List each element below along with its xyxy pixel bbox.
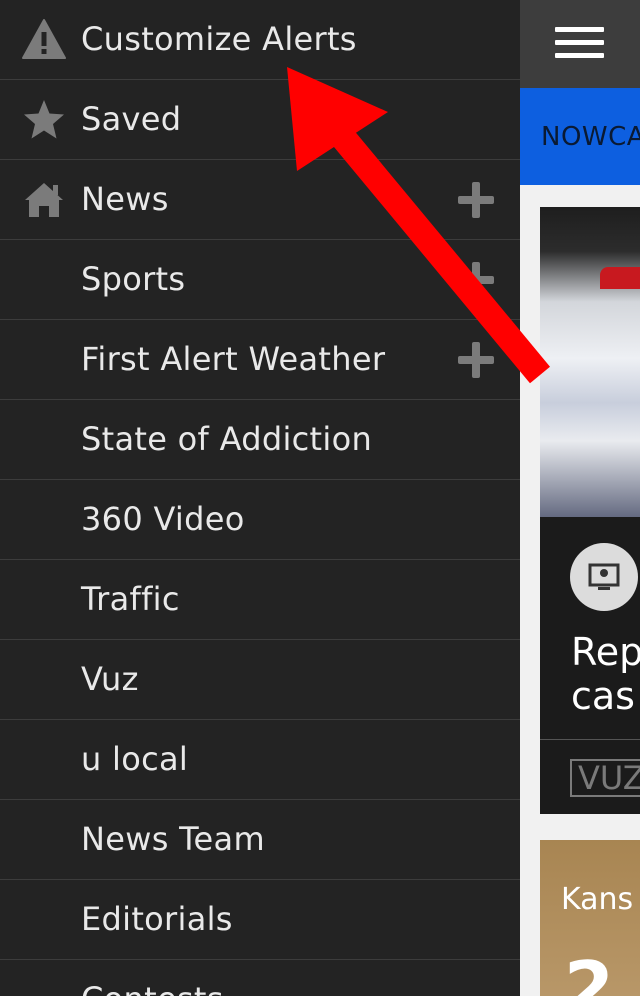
card-divider [540,739,640,740]
menu-item-news-team[interactable]: News Team [0,800,520,880]
menu-item-label: u local [81,740,189,778]
menu-item-label: Traffic [81,580,180,618]
menu-item-editorials[interactable]: Editorials [0,880,520,960]
app-header [520,0,640,88]
menu-item-label: First Alert Weather [81,340,386,378]
menu-item-label: State of Addiction [81,420,373,458]
menu-item-label: Editorials [81,900,233,938]
home-icon [25,183,63,217]
story-2-headline: Kans [561,882,634,917]
menu-item-state-of-addiction[interactable]: State of Addiction [0,400,520,480]
menu-item-news[interactable]: News [0,160,520,240]
hamburger-menu-icon[interactable] [555,27,604,59]
menu-item-label: Contests [81,960,224,996]
expand-plus-icon[interactable] [458,262,494,298]
warning-icon [22,19,66,59]
menu-item-label: 360 Video [81,500,245,538]
expand-plus-icon[interactable] [458,342,494,378]
video-badge-icon [570,543,638,611]
menu-item-traffic[interactable]: Traffic [0,560,520,640]
menu-item-sports[interactable]: Sports [0,240,520,320]
story-2-number: 2 [564,946,615,996]
menu-item-label: News Team [81,820,265,858]
story-card-2[interactable]: Kans 2 [540,840,640,996]
menu-item-contests[interactable]: Contests [0,960,520,996]
menu-item-label: Saved [81,100,182,138]
menu-item-customize-alerts[interactable]: Customize Alerts [0,0,520,80]
expand-plus-icon[interactable] [458,182,494,218]
story-card[interactable]: Rep cas VUZ [540,207,640,814]
menu-item-label: Sports [81,260,186,298]
menu-item-u-local[interactable]: u local [0,720,520,800]
nowcast-banner-text: NOWCA [541,122,640,152]
menu-item-saved[interactable]: Saved [0,80,520,160]
police-light-shape [600,267,640,289]
menu-item-label: Vuz [81,660,139,698]
menu-item-360-video[interactable]: 360 Video [0,480,520,560]
menu-item-label: Customize Alerts [81,20,357,58]
story-image [540,207,640,523]
story-headline: Rep cas [571,630,640,718]
menu-item-first-alert-weather[interactable]: First Alert Weather [0,320,520,400]
vuz-logo: VUZ [570,759,640,797]
sidebar-menu: Customize Alerts Saved News Sports First… [0,0,520,996]
star-icon [24,100,64,139]
menu-item-label: News [81,180,169,218]
menu-item-vuz[interactable]: Vuz [0,640,520,720]
